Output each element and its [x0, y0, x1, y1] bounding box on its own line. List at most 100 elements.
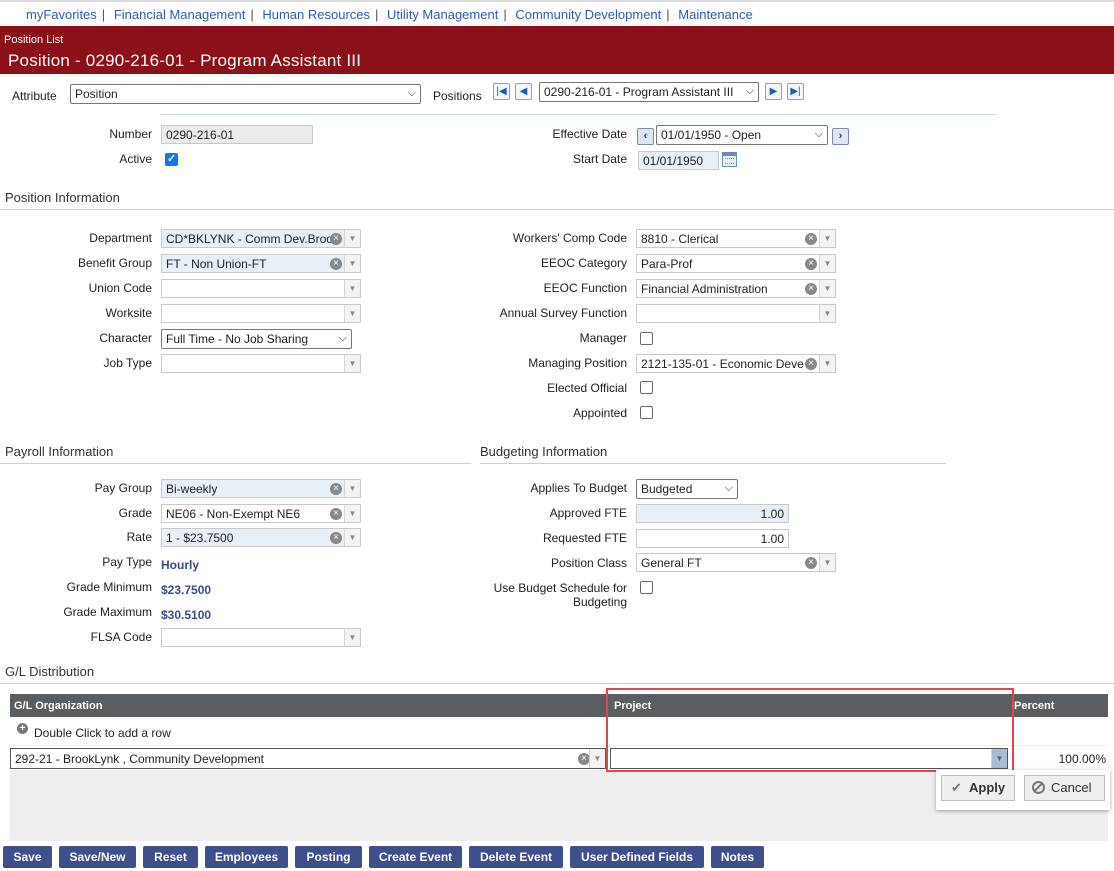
job-type-field[interactable]: ▼ — [161, 354, 361, 373]
dropdown-arrow-icon[interactable]: ▼ — [344, 230, 360, 247]
clear-icon[interactable]: × — [805, 557, 817, 569]
annual-survey-field[interactable]: ▼ — [636, 304, 836, 323]
nav-link-human-resources[interactable]: Human Resources — [262, 7, 370, 22]
use-budget-schedule-checkbox[interactable] — [640, 581, 653, 594]
requested-fte-field[interactable]: 1.00 — [636, 529, 789, 548]
manager-checkbox[interactable] — [640, 332, 653, 345]
position-information-title: Position Information — [5, 190, 120, 205]
previous-date-icon[interactable]: ‹ — [637, 128, 654, 145]
union-code-field[interactable]: ▼ — [161, 279, 361, 298]
worksite-field[interactable]: ▼ — [161, 304, 361, 323]
cancel-label: Cancel — [1051, 780, 1092, 795]
dropdown-arrow-icon[interactable]: ▼ — [819, 355, 835, 372]
nav-link-utility-management[interactable]: Utility Management — [387, 7, 498, 22]
dropdown-arrow-icon[interactable]: ▼ — [344, 629, 360, 646]
next-record-icon[interactable]: ▶ — [765, 83, 782, 100]
active-checkbox[interactable] — [165, 152, 178, 166]
eeoc-function-field[interactable]: Financial Administration × ▼ — [636, 279, 836, 298]
clear-icon[interactable]: × — [805, 258, 817, 270]
applies-to-budget-label: Applies To Budget — [530, 481, 627, 495]
nav-link-financial-management[interactable]: Financial Management — [114, 7, 246, 22]
dropdown-arrow-icon[interactable]: ▼ — [344, 505, 360, 522]
last-record-icon[interactable]: ▶| — [787, 83, 804, 100]
eeoc-function-label: EEOC Function — [543, 281, 627, 295]
dropdown-arrow-icon[interactable]: ▼ — [819, 255, 835, 272]
clear-icon[interactable]: × — [330, 532, 342, 544]
workers-comp-field[interactable]: 8810 - Clerical × ▼ — [636, 229, 836, 248]
rate-field[interactable]: 1 - $23.7500 × ▼ — [161, 528, 361, 547]
column-gl-organization[interactable]: G/L Organization — [14, 700, 102, 712]
reset-button[interactable]: Reset — [143, 846, 198, 868]
gl-organization-field[interactable]: 292-21 - BrookLynk , Community Developme… — [10, 748, 606, 769]
character-select[interactable]: Full Time - No Job Sharing ⌵ — [161, 329, 352, 349]
dropdown-arrow-icon[interactable]: ▼ — [344, 355, 360, 372]
dropdown-arrow-icon[interactable]: ▼ — [344, 305, 360, 322]
dropdown-arrow-icon[interactable]: ▼ — [344, 480, 360, 497]
clear-icon[interactable]: × — [330, 258, 342, 270]
use-budget-schedule-label-line-1: Use Budget Schedule for — [493, 581, 627, 595]
clear-icon[interactable]: × — [805, 358, 817, 370]
previous-record-icon[interactable]: ◀ — [515, 83, 532, 100]
dropdown-arrow-icon[interactable]: ▼ — [344, 529, 360, 546]
eeoc-category-field[interactable]: Para-Prof × ▼ — [636, 254, 836, 273]
dropdown-arrow-icon[interactable]: ▼ — [819, 280, 835, 297]
add-row-icon[interactable]: + — [17, 723, 28, 734]
appointed-checkbox[interactable] — [640, 406, 653, 419]
user-defined-fields-button[interactable]: User Defined Fields — [570, 846, 704, 868]
clear-icon[interactable]: × — [330, 483, 342, 495]
dropdown-arrow-icon[interactable]: ▼ — [344, 280, 360, 297]
number-label: Number — [109, 127, 152, 141]
applies-to-budget-select[interactable]: Budgeted ⌵ — [636, 479, 738, 499]
dropdown-arrow-icon[interactable]: ▼ — [819, 554, 835, 571]
grade-field[interactable]: NE06 - Non-Exempt NE6 × ▼ — [161, 504, 361, 523]
approved-fte-label: Approved FTE — [549, 506, 627, 520]
percent-value[interactable]: 100.00% — [1010, 752, 1106, 766]
position-class-field[interactable]: General FT × ▼ — [636, 553, 836, 572]
clear-icon[interactable]: × — [330, 508, 342, 520]
managing-position-field[interactable]: 2121-135-01 - Economic Deve × ▼ — [636, 354, 836, 373]
benefit-group-field[interactable]: FT - Non Union-FT × ▼ — [161, 254, 361, 273]
apply-button[interactable]: ✔ Apply — [941, 775, 1015, 801]
rate-label: Rate — [126, 530, 152, 544]
delete-event-button[interactable]: Delete Event — [469, 846, 563, 868]
column-percent[interactable]: Percent — [1014, 700, 1054, 712]
breadcrumb[interactable]: Position List — [4, 34, 63, 46]
save-button[interactable]: Save — [3, 846, 52, 868]
annual-survey-label: Annual Survey Function — [499, 306, 627, 320]
save-new-button[interactable]: Save/New — [59, 846, 136, 868]
create-event-button[interactable]: Create Event — [369, 846, 462, 868]
attribute-select[interactable]: Position ⌵ — [70, 84, 421, 104]
posting-button[interactable]: Posting — [295, 846, 362, 868]
cancel-button[interactable]: Cancel — [1024, 775, 1105, 801]
positions-select[interactable]: 0290-216-01 - Program Assistant III ⌵ — [539, 82, 759, 102]
elected-official-checkbox[interactable] — [640, 381, 653, 394]
number-field: 0290-216-01 — [161, 125, 313, 144]
nav-link-myfavorites[interactable]: myFavorites — [26, 7, 97, 22]
clear-icon[interactable]: × — [805, 233, 817, 245]
budgeting-information-title: Budgeting Information — [480, 444, 608, 459]
dropdown-arrow-icon[interactable]: ▼ — [589, 749, 605, 768]
employees-button[interactable]: Employees — [205, 846, 288, 868]
calendar-icon[interactable] — [722, 152, 737, 167]
workers-comp-value: 8810 - Clerical — [641, 232, 719, 246]
highlight-box — [606, 688, 1014, 772]
eeoc-category-label: EEOC Category — [540, 256, 627, 270]
clear-icon[interactable]: × — [805, 283, 817, 295]
start-date-field[interactable]: 01/01/1950 — [638, 151, 719, 170]
notes-button[interactable]: Notes — [711, 846, 764, 868]
rate-value: 1 - $23.7500 — [166, 531, 234, 545]
effective-date-select[interactable]: 01/01/1950 - Open ⌵ — [656, 125, 828, 145]
dropdown-arrow-icon[interactable]: ▼ — [819, 305, 835, 322]
next-date-icon[interactable]: › — [832, 128, 849, 145]
department-field[interactable]: CD*BKLYNK - Comm Dev.Broo × ▼ — [161, 229, 361, 248]
department-value: CD*BKLYNK - Comm Dev.Broo — [166, 232, 333, 246]
add-row-text[interactable]: Double Click to add a row — [34, 726, 171, 740]
dropdown-arrow-icon[interactable]: ▼ — [819, 230, 835, 247]
clear-icon[interactable]: × — [330, 233, 342, 245]
nav-link-maintenance[interactable]: Maintenance — [678, 7, 752, 22]
nav-link-community-development[interactable]: Community Development — [515, 7, 661, 22]
dropdown-arrow-icon[interactable]: ▼ — [344, 255, 360, 272]
first-record-icon[interactable]: |◀ — [493, 83, 510, 100]
pay-group-field[interactable]: Bi-weekly × ▼ — [161, 479, 361, 498]
flsa-code-field[interactable]: ▼ — [161, 628, 361, 647]
